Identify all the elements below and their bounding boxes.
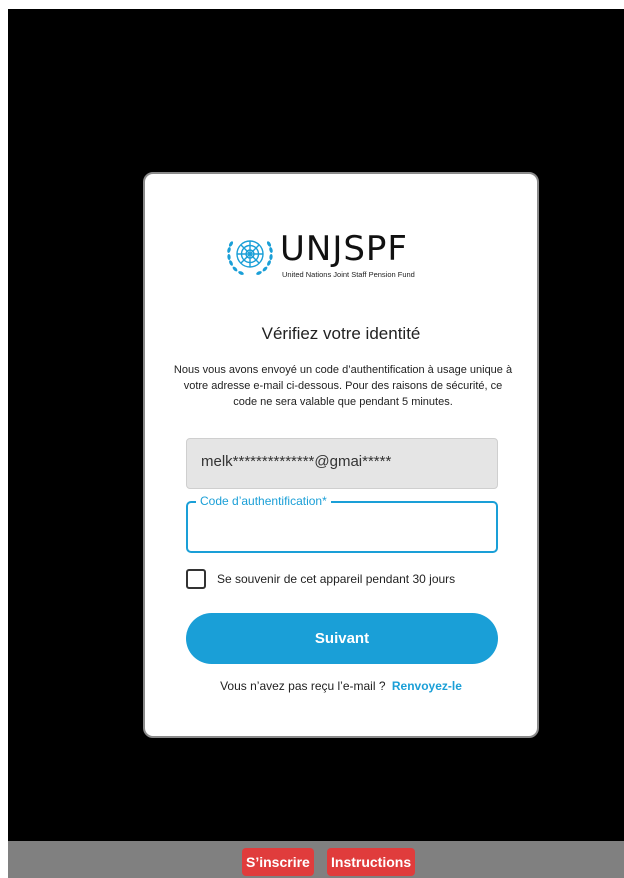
email-field: melk**************@gmai***** [186,438,498,489]
logo-subtitle: United Nations Joint Staff Pension Fund [282,270,415,279]
auth-code-input[interactable] [188,503,496,551]
un-emblem-icon [227,240,273,275]
signup-button[interactable]: S’inscrire [242,848,314,876]
instructions-button[interactable]: Instructions [327,848,416,876]
unjspf-logo: UNJSPF United Nations Joint Staff Pensio… [224,229,464,280]
resend-row: Vous n’avez pas reçu l’e-mail ? Renvoyez… [145,679,537,693]
page-title: Vérifiez votre identité [261,324,421,343]
page-background: UNJSPF United Nations Joint Staff Pensio… [8,9,624,841]
remember-device-label[interactable]: Se souvenir de cet appareil pendant 30 j… [217,572,455,586]
logo-name: UNJSPF [280,229,408,269]
resend-prompt: Vous n’avez pas reçu l’e-mail ? [220,679,386,693]
description-text: Nous vous avons envoyé un code d’authent… [173,364,513,408]
verification-card: UNJSPF United Nations Joint Staff Pensio… [143,172,539,738]
auth-code-field[interactable]: Code d’authentification* [186,494,498,553]
footer-bar: S’inscrire Instructions [8,841,624,878]
remember-device-checkbox[interactable] [186,569,206,589]
next-button[interactable]: Suivant [186,613,498,664]
resend-link[interactable]: Renvoyez-le [392,679,462,693]
